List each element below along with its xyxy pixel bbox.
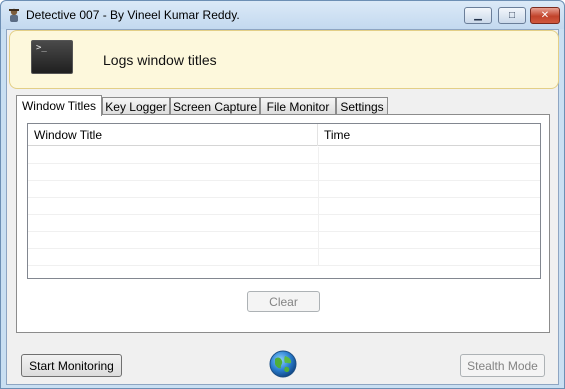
- tab-screen-capture[interactable]: Screen Capture: [170, 97, 260, 115]
- window-titles-list[interactable]: Window Title Time: [27, 123, 541, 279]
- column-label: Time: [324, 128, 351, 142]
- app-window: Detective 007 - By Vineel Kumar Reddy. ▁…: [0, 0, 565, 389]
- empty-row: [28, 232, 540, 249]
- list-header: Window Title Time: [28, 124, 540, 146]
- tab-label: Key Logger: [105, 99, 167, 114]
- window-title: Detective 007 - By Vineel Kumar Reddy.: [26, 8, 240, 22]
- empty-row: [28, 215, 540, 232]
- tab-settings[interactable]: Settings: [336, 97, 388, 115]
- clear-button[interactable]: Clear: [247, 291, 320, 312]
- empty-row: [28, 164, 540, 181]
- terminal-icon-glyph: >_: [36, 43, 47, 53]
- clear-button-label: Clear: [269, 294, 298, 309]
- terminal-icon: >_: [31, 40, 73, 74]
- info-banner: >_ Logs window titles: [9, 30, 559, 89]
- tab-window-titles[interactable]: Window Titles: [16, 95, 102, 116]
- globe-icon: [269, 350, 297, 378]
- empty-row: [28, 147, 540, 164]
- stealth-mode-label: Stealth Mode: [467, 358, 538, 373]
- client-area: >_ Logs window titles Window Titles Key …: [6, 29, 559, 385]
- close-button[interactable]: ✕: [530, 7, 560, 24]
- tab-key-logger[interactable]: Key Logger: [102, 97, 170, 115]
- tab-label: Settings: [340, 99, 384, 114]
- empty-row: [28, 249, 540, 266]
- column-label: Window Title: [34, 128, 103, 142]
- maximize-button[interactable]: □: [498, 7, 526, 24]
- start-monitoring-label: Start Monitoring: [29, 358, 114, 373]
- column-header-window-title[interactable]: Window Title: [28, 124, 318, 146]
- tab-label: Window Titles: [21, 99, 97, 113]
- stealth-mode-button[interactable]: Stealth Mode: [460, 354, 545, 377]
- tab-file-monitor[interactable]: File Monitor: [260, 97, 336, 115]
- empty-row: [28, 198, 540, 215]
- maximize-icon: □: [508, 9, 516, 21]
- column-header-time[interactable]: Time: [318, 124, 540, 146]
- minimize-icon: ▁: [474, 9, 482, 21]
- start-monitoring-button[interactable]: Start Monitoring: [21, 354, 122, 377]
- tab-label: Screen Capture: [172, 99, 258, 114]
- tab-label: File Monitor: [266, 99, 330, 114]
- window-titles-panel: Window Title Time Clear: [16, 114, 550, 333]
- banner-text: Logs window titles: [103, 52, 217, 68]
- empty-row: [28, 181, 540, 198]
- title-bar[interactable]: Detective 007 - By Vineel Kumar Reddy. ▁…: [1, 1, 564, 29]
- close-icon: ✕: [540, 9, 550, 21]
- detective-app-icon: [9, 8, 19, 22]
- minimize-button[interactable]: ▁: [464, 7, 492, 24]
